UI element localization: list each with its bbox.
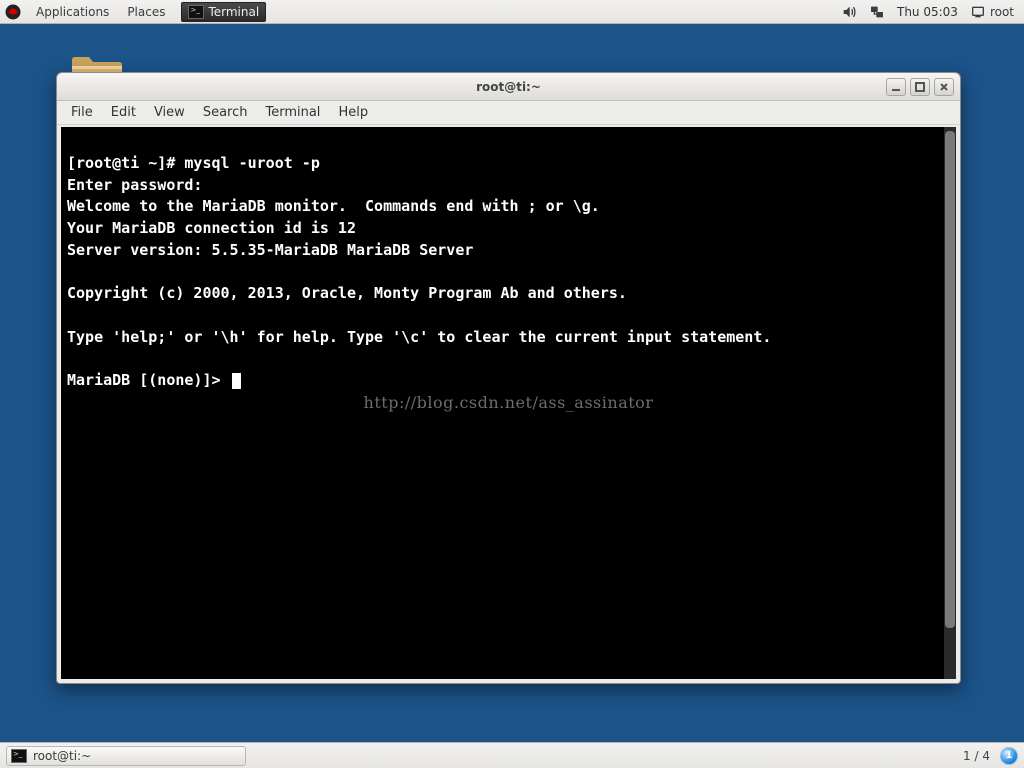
terminal-line: Welcome to the MariaDB monitor. Commands… (67, 197, 600, 215)
bottom-right-group: 1 / 4 1 (963, 747, 1018, 765)
panel-terminal-launcher[interactable]: Terminal (181, 2, 266, 22)
menu-help[interactable]: Help (330, 102, 376, 123)
clock[interactable]: Thu 05:03 (897, 5, 958, 19)
user-menu[interactable]: root (970, 4, 1014, 20)
watermark-text: http://blog.csdn.net/ass_assinator (61, 391, 956, 414)
terminal-window: root@ti:~ File Edit View Search Terminal… (56, 72, 961, 684)
terminal-prompt: MariaDB [(none)]> (67, 371, 230, 389)
terminal-icon (188, 5, 204, 19)
window-title: root@ti:~ (57, 80, 960, 94)
notification-badge-icon[interactable]: 1 (1000, 747, 1018, 765)
taskbar-terminal-button[interactable]: root@ti:~ (6, 746, 246, 766)
panel-app-label: Terminal (208, 5, 259, 19)
cursor-icon (232, 373, 241, 389)
network-icon[interactable] (869, 4, 885, 20)
menu-search[interactable]: Search (195, 102, 256, 123)
terminal-scrollbar[interactable] (944, 127, 956, 679)
terminal-line: Type 'help;' or '\h' for help. Type '\c'… (67, 328, 771, 346)
distro-logo-icon[interactable] (4, 3, 22, 21)
menu-terminal[interactable]: Terminal (257, 102, 328, 123)
window-titlebar[interactable]: root@ti:~ (57, 73, 960, 101)
panel-right-group: Thu 05:03 root (841, 4, 1020, 20)
terminal-icon (11, 749, 27, 763)
terminal-line: Copyright (c) 2000, 2013, Oracle, Monty … (67, 284, 627, 302)
applications-menu[interactable]: Applications (28, 2, 117, 22)
terminal-viewport[interactable]: [root@ti ~]# mysql -uroot -p Enter passw… (61, 127, 956, 679)
taskbar-label: root@ti:~ (33, 749, 91, 763)
volume-icon[interactable] (841, 4, 857, 20)
panel-left-group: Applications Places Terminal (4, 2, 266, 22)
places-menu[interactable]: Places (119, 2, 173, 22)
menu-file[interactable]: File (63, 102, 101, 123)
username-label: root (990, 5, 1014, 19)
menu-edit[interactable]: Edit (103, 102, 144, 123)
bottom-panel: root@ti:~ 1 / 4 1 (0, 742, 1024, 768)
scrollbar-thumb[interactable] (945, 131, 955, 628)
workspace-indicator[interactable]: 1 / 4 (963, 749, 990, 763)
menu-view[interactable]: View (146, 102, 193, 123)
terminal-line: Your MariaDB connection id is 12 (67, 219, 356, 237)
terminal-line: Server version: 5.5.35-MariaDB MariaDB S… (67, 241, 473, 259)
top-panel: Applications Places Terminal Thu 05:03 r… (0, 0, 1024, 24)
window-menubar: File Edit View Search Terminal Help (57, 101, 960, 125)
terminal-line: [root@ti ~]# mysql -uroot -p (67, 154, 320, 172)
terminal-line: Enter password: (67, 176, 212, 194)
